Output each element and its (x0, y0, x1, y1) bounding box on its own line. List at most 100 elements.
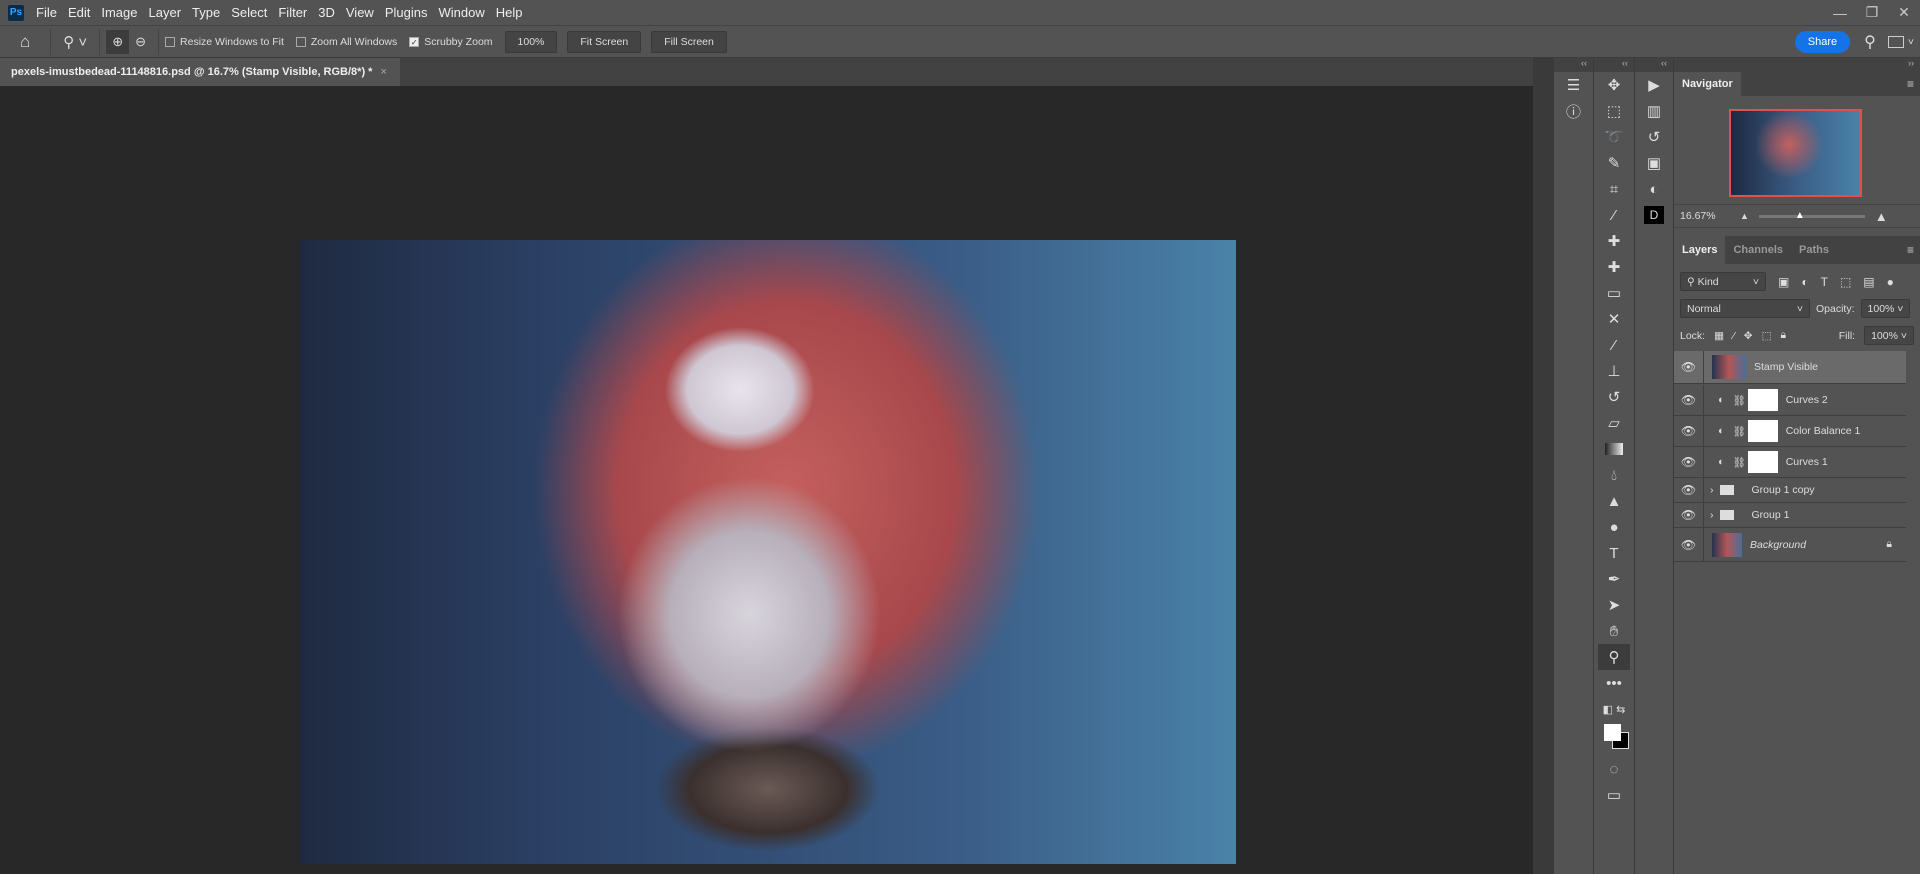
menu-image[interactable]: Image (101, 5, 137, 20)
move-tool-icon[interactable]: ✥ (1594, 72, 1634, 98)
libraries-icon[interactable]: ▣ (1635, 150, 1673, 176)
opacity-input[interactable]: 100% ˅ (1860, 299, 1911, 318)
tab-navigator[interactable]: Navigator (1674, 72, 1741, 96)
expand-chevron-icon[interactable]: › (1710, 509, 1714, 521)
filter-pixel-icon[interactable]: ▣ (1778, 275, 1789, 289)
expand-icon[interactable]: ›› (1674, 58, 1920, 72)
zoom-in-mountain-icon[interactable]: ▲ (1875, 209, 1888, 224)
menu-file[interactable]: File (36, 5, 57, 20)
lock-artboard-icon[interactable]: ⬚ (1762, 330, 1772, 342)
menu-plugins[interactable]: Plugins (385, 5, 428, 20)
expand-chevron-icon[interactable]: › (1710, 484, 1714, 496)
crop-tool-icon[interactable]: ⌗ (1594, 176, 1634, 202)
content-aware-move-icon[interactable]: ✕ (1594, 306, 1634, 332)
layer-curves-2[interactable]: 👁︎ ◐ ⛓ Curves 2 (1674, 385, 1906, 416)
slider-thumb[interactable]: ▲ (1795, 210, 1805, 221)
menu-help[interactable]: Help (496, 5, 523, 20)
visibility-eye-icon[interactable]: 👁︎ (1674, 385, 1704, 415)
filter-kind-dropdown[interactable]: ⚲ Kind ˅ (1680, 272, 1766, 291)
zoom-out-icon[interactable]: ⊖ (129, 30, 152, 54)
layer-background[interactable]: 👁︎ Background 🔒︎ (1674, 528, 1906, 562)
layer-curves-1[interactable]: 👁︎ ◐ ⛓ Curves 1 (1674, 447, 1906, 478)
filter-smart-object-icon[interactable]: ▤ (1863, 275, 1874, 289)
visibility-eye-icon[interactable]: 👁︎ (1674, 351, 1704, 383)
pen-tool-icon[interactable]: ✒ (1594, 566, 1634, 592)
search-icon[interactable]: ⚲ (1864, 32, 1876, 52)
resize-windows-checkbox[interactable]: Resize Windows to Fit (165, 36, 284, 48)
close-tab-icon[interactable]: × (380, 66, 386, 78)
tab-layers[interactable]: Layers (1674, 236, 1726, 264)
marquee-tool-icon[interactable]: ⬚ (1594, 98, 1634, 124)
filter-shape-icon[interactable]: ⬚ (1840, 275, 1851, 289)
history-brush-icon[interactable]: ↺ (1594, 384, 1634, 410)
eyedropper-icon[interactable]: ⁄ (1594, 202, 1634, 228)
fit-screen-button[interactable]: Fit Screen (567, 30, 642, 53)
history-icon[interactable]: ↺ (1635, 124, 1673, 150)
minimize-button[interactable]: — (1824, 2, 1856, 24)
zoom-all-windows-checkbox[interactable]: Zoom All Windows (295, 36, 397, 48)
share-button[interactable]: Share (1794, 30, 1851, 53)
menu-select[interactable]: Select (231, 5, 267, 20)
dodge-tool-icon[interactable]: ● (1594, 514, 1634, 540)
panel-menu-icon[interactable]: ≡ (1907, 236, 1920, 264)
hand-tool-icon[interactable]: ✋︎ (1594, 618, 1634, 644)
adjustments-icon[interactable]: ◐ (1635, 176, 1673, 202)
healing-brush-icon[interactable]: ✚ (1594, 254, 1634, 280)
filter-adjustment-icon[interactable]: ◐ (1801, 275, 1808, 289)
collapse-icon[interactable]: ‹‹ (1635, 58, 1673, 72)
foreground-color-swatch[interactable] (1604, 724, 1621, 741)
swap-colors-icon[interactable]: ◧ ⇆ (1594, 696, 1634, 722)
blur-tool-icon[interactable]: 💧︎ (1594, 462, 1634, 488)
plugin-icon[interactable]: D (1635, 202, 1673, 228)
panel-menu-icon[interactable]: ≡ (1907, 72, 1920, 96)
menu-3d[interactable]: 3D (318, 5, 335, 20)
blend-mode-dropdown[interactable]: Normal ˅ (1680, 299, 1810, 318)
clone-stamp-icon[interactable]: ⊥ (1594, 358, 1634, 384)
tab-paths[interactable]: Paths (1791, 236, 1837, 264)
vertical-scrollbar[interactable] (1533, 58, 1553, 874)
type-tool-icon[interactable]: T (1594, 540, 1634, 566)
info-icon[interactable]: ⓘ (1554, 98, 1593, 124)
zoom-in-icon[interactable]: ⊕ (106, 29, 130, 54)
menu-filter[interactable]: Filter (278, 5, 307, 20)
menu-edit[interactable]: Edit (68, 5, 90, 20)
filter-type-icon[interactable]: T (1821, 275, 1828, 289)
layer-color-balance-1[interactable]: 👁︎ ◐ ⛓ Color Balance 1 (1674, 416, 1906, 447)
patch-tool-icon[interactable]: ▭ (1594, 280, 1634, 306)
layer-group-1-copy[interactable]: 👁︎ › Group 1 copy (1674, 478, 1906, 503)
navigator-zoom-slider[interactable]: ▲ (1758, 210, 1865, 221)
visibility-eye-icon[interactable]: 👁︎ (1674, 416, 1704, 446)
menu-type[interactable]: Type (192, 5, 220, 20)
eraser-icon[interactable]: ▱ (1594, 410, 1634, 436)
visibility-eye-icon[interactable]: 👁︎ (1674, 447, 1704, 477)
quick-selection-icon[interactable]: ✎ (1594, 150, 1634, 176)
menu-window[interactable]: Window (438, 5, 484, 20)
visibility-eye-icon[interactable]: 👁︎ (1674, 503, 1704, 527)
document-image[interactable] (300, 240, 1236, 864)
chevron-down-icon[interactable]: ˅ (1908, 36, 1914, 48)
fill-screen-button[interactable]: Fill Screen (651, 30, 727, 53)
layer-group-1[interactable]: 👁︎ › Group 1 (1674, 503, 1906, 528)
menu-view[interactable]: View (346, 5, 374, 20)
zoom-out-mountain-icon[interactable]: ▲ (1740, 211, 1749, 221)
lock-pixels-icon[interactable]: ▦ (1714, 330, 1724, 342)
filter-toggle-icon[interactable]: ● (1887, 275, 1894, 289)
layer-stamp-visible[interactable]: 👁︎ Stamp Visible (1674, 351, 1906, 384)
visibility-eye-icon[interactable]: 👁︎ (1674, 478, 1704, 502)
document-tab[interactable]: pexels-imustbedead-11148816.psd @ 16.7% … (0, 58, 400, 86)
tab-channels[interactable]: Channels (1725, 236, 1791, 264)
home-icon[interactable]: ⌂ (20, 32, 30, 52)
close-button[interactable]: ✕ (1888, 2, 1920, 24)
lasso-tool-icon[interactable]: ➰ (1594, 124, 1634, 150)
fill-input[interactable]: 100% ˅ (1864, 326, 1914, 345)
workspace-icon[interactable] (1887, 35, 1904, 48)
menu-layer[interactable]: Layer (149, 5, 182, 20)
visibility-eye-icon[interactable]: 👁︎ (1674, 528, 1704, 561)
lock-position-icon[interactable]: ✥ (1744, 330, 1753, 342)
brush-tool-icon[interactable]: ⁄ (1594, 332, 1634, 358)
histogram-icon[interactable]: ▥ (1635, 98, 1673, 124)
lock-all-icon[interactable]: 🔒︎ (1781, 329, 1787, 342)
more-tools-icon[interactable]: ••• (1594, 670, 1634, 696)
restore-button[interactable]: ❐ (1856, 2, 1888, 24)
collapse-icon[interactable]: ‹‹ (1554, 58, 1593, 72)
